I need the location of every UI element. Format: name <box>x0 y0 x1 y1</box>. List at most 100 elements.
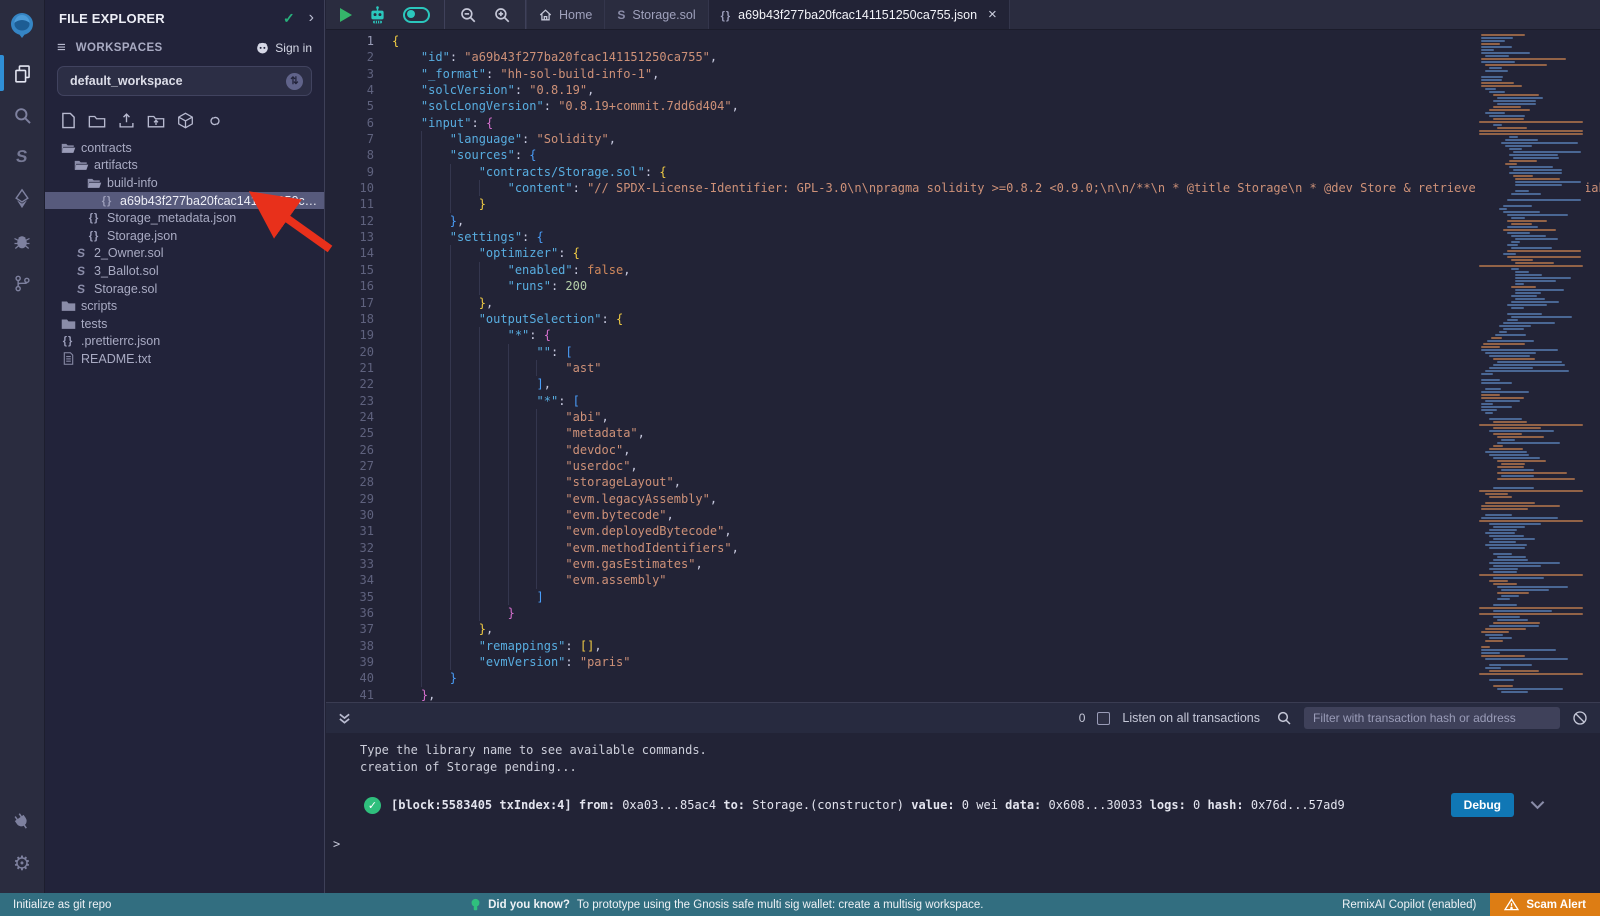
tree-item[interactable]: SStorage.sol <box>45 280 324 298</box>
code-line[interactable]: 8 "sources": { <box>326 147 1600 163</box>
code-line[interactable]: 37 }, <box>326 621 1600 637</box>
new-file-icon[interactable] <box>61 112 76 129</box>
line-number: 13 <box>326 229 374 245</box>
tree-item[interactable]: {}a69b43f277ba20fcac141151250ca755.json <box>45 192 324 210</box>
remix-logo[interactable] <box>0 0 45 52</box>
clear-console-icon[interactable] <box>1572 710 1588 726</box>
tree-item[interactable]: {}Storage.json <box>45 227 324 245</box>
sidebar-item-git[interactable] <box>0 262 45 304</box>
editor-minimap[interactable] <box>1476 30 1586 702</box>
zoom-out-icon[interactable] <box>459 6 477 24</box>
terminal-prompt[interactable]: > <box>326 837 1600 851</box>
tree-item[interactable]: artifacts <box>45 157 324 175</box>
code-line[interactable]: 7 "language": "Solidity", <box>326 131 1600 147</box>
transaction-log-row[interactable]: ✓ [block:5583405 txIndex:4] from: 0xa03.… <box>326 790 1600 820</box>
code-line[interactable]: 39 "evmVersion": "paris" <box>326 654 1600 670</box>
code-line[interactable]: 40 } <box>326 670 1600 686</box>
code-editor[interactable]: 1{2 "id": "a69b43f277ba20fcac141151250ca… <box>326 30 1600 702</box>
code-line[interactable]: 22 ], <box>326 376 1600 392</box>
new-folder-icon[interactable] <box>88 113 106 129</box>
code-line[interactable]: 2 "id": "a69b43f277ba20fcac141151250ca75… <box>326 49 1600 65</box>
code-line[interactable]: 38 "remappings": [], <box>326 638 1600 654</box>
sign-in-button[interactable]: Sign in <box>255 40 312 55</box>
code-line[interactable]: 27 "userdoc", <box>326 458 1600 474</box>
code-line[interactable]: 19 "*": { <box>326 327 1600 343</box>
tree-item[interactable]: S2_Owner.sol <box>45 245 324 263</box>
code-line[interactable]: 6 "input": { <box>326 115 1600 131</box>
code-line[interactable]: 33 "evm.gasEstimates", <box>326 556 1600 572</box>
close-tab-icon[interactable]: × <box>988 7 997 22</box>
code-line[interactable]: 31 "evm.deployedBytecode", <box>326 523 1600 539</box>
sidebar-item-file-explorer[interactable] <box>0 52 45 94</box>
code-line[interactable]: 24 "abi", <box>326 409 1600 425</box>
code-line[interactable]: 13 "settings": { <box>326 229 1600 245</box>
accept-check-icon[interactable]: ✓ <box>283 10 295 27</box>
tree-item[interactable]: scripts <box>45 297 324 315</box>
tab-storage-sol[interactable]: SStorage.sol <box>605 0 708 29</box>
code-line[interactable]: 32 "evm.methodIdentifiers", <box>326 540 1600 556</box>
git-init-status[interactable]: Initialize as git repo <box>13 899 111 911</box>
code-line[interactable]: 10 "content": "// SPDX-License-Identifie… <box>326 180 1600 196</box>
publish-gist-link-icon[interactable] <box>206 114 224 128</box>
code-line[interactable]: 21 "ast" <box>326 360 1600 376</box>
workspace-select[interactable]: default_workspace ⇅ <box>57 66 312 96</box>
zoom-in-icon[interactable] <box>493 6 511 24</box>
code-line[interactable]: 15 "enabled": false, <box>326 262 1600 278</box>
code-line[interactable]: 23 "*": [ <box>326 393 1600 409</box>
tree-item[interactable]: tests <box>45 315 324 333</box>
terminal-collapse-icon[interactable] <box>338 712 351 725</box>
sidebar-item-settings[interactable]: ⚙ <box>0 843 45 885</box>
code-line[interactable]: 12 }, <box>326 213 1600 229</box>
code-line[interactable]: 9 "contracts/Storage.sol": { <box>326 164 1600 180</box>
code-line[interactable]: 36 } <box>326 605 1600 621</box>
upload-folder-icon[interactable] <box>147 113 165 129</box>
code-line[interactable]: 18 "outputSelection": { <box>326 311 1600 327</box>
code-line[interactable]: 16 "runs": 200 <box>326 278 1600 294</box>
code-line[interactable]: 14 "optimizer": { <box>326 245 1600 261</box>
tab-a69b43f277ba20fcac141151250ca755-json[interactable]: {}a69b43f277ba20fcac141151250ca755.json× <box>709 0 1010 29</box>
tree-item[interactable]: S3_Ballot.sol <box>45 262 324 280</box>
code-line[interactable]: 26 "devdoc", <box>326 442 1600 458</box>
terminal-output[interactable]: Type the library name to see available c… <box>326 733 1600 851</box>
listen-all-transactions-checkbox[interactable] <box>1097 712 1110 725</box>
code-line[interactable]: 1{ <box>326 33 1600 49</box>
code-line[interactable]: 28 "storageLayout", <box>326 474 1600 490</box>
panel-expand-icon[interactable]: › <box>309 9 314 27</box>
run-script-button[interactable] <box>340 8 352 22</box>
scam-alert-button[interactable]: Scam Alert <box>1490 893 1600 916</box>
tree-item[interactable]: {}Storage_metadata.json <box>45 209 324 227</box>
terminal-search-icon[interactable] <box>1276 710 1292 726</box>
code-line[interactable]: 41 }, <box>326 687 1600 702</box>
ipfs-cube-icon[interactable] <box>177 112 194 129</box>
sidebar-item-deploy-run[interactable] <box>0 178 45 220</box>
expand-transaction-icon[interactable] <box>1530 800 1545 810</box>
code-line[interactable]: 30 "evm.bytecode", <box>326 507 1600 523</box>
sidebar-item-search[interactable] <box>0 94 45 136</box>
tree-item[interactable]: README.txt <box>45 350 324 368</box>
code-line[interactable]: 5 "solcLongVersion": "0.8.19+commit.7dd6… <box>326 98 1600 114</box>
code-line[interactable]: 29 "evm.legacyAssembly", <box>326 491 1600 507</box>
tab-home[interactable]: Home <box>526 0 605 29</box>
debug-button[interactable]: Debug <box>1451 793 1514 817</box>
tree-item[interactable]: contracts <box>45 139 324 157</box>
code-line[interactable]: 11 } <box>326 196 1600 212</box>
workspaces-menu-icon[interactable]: ≡ <box>57 39 66 56</box>
remixai-robot-icon[interactable] <box>367 5 388 25</box>
code-line[interactable]: 4 "solcVersion": "0.8.19", <box>326 82 1600 98</box>
code-line[interactable]: 34 "evm.assembly" <box>326 572 1600 588</box>
upload-file-icon[interactable] <box>118 112 135 129</box>
code-line[interactable]: 17 }, <box>326 295 1600 311</box>
code-line[interactable]: 20 "": [ <box>326 344 1600 360</box>
sidebar-item-solidity-compiler[interactable]: S <box>0 136 45 178</box>
copilot-toggle[interactable] <box>403 7 430 23</box>
copilot-status[interactable]: RemixAI Copilot (enabled) <box>1342 899 1476 911</box>
tree-item[interactable]: {}.prettierrc.json <box>45 333 324 351</box>
did-you-know-tip: Did you know? To prototype using the Gno… <box>470 898 983 912</box>
code-line[interactable]: 35 ] <box>326 589 1600 605</box>
sidebar-item-plugin-manager[interactable] <box>0 801 45 843</box>
tree-item[interactable]: build-info <box>45 174 324 192</box>
transaction-filter-input[interactable] <box>1304 707 1560 729</box>
code-line[interactable]: 3 "_format": "hh-sol-build-info-1", <box>326 66 1600 82</box>
sidebar-item-debugger[interactable] <box>0 220 45 262</box>
code-line[interactable]: 25 "metadata", <box>326 425 1600 441</box>
